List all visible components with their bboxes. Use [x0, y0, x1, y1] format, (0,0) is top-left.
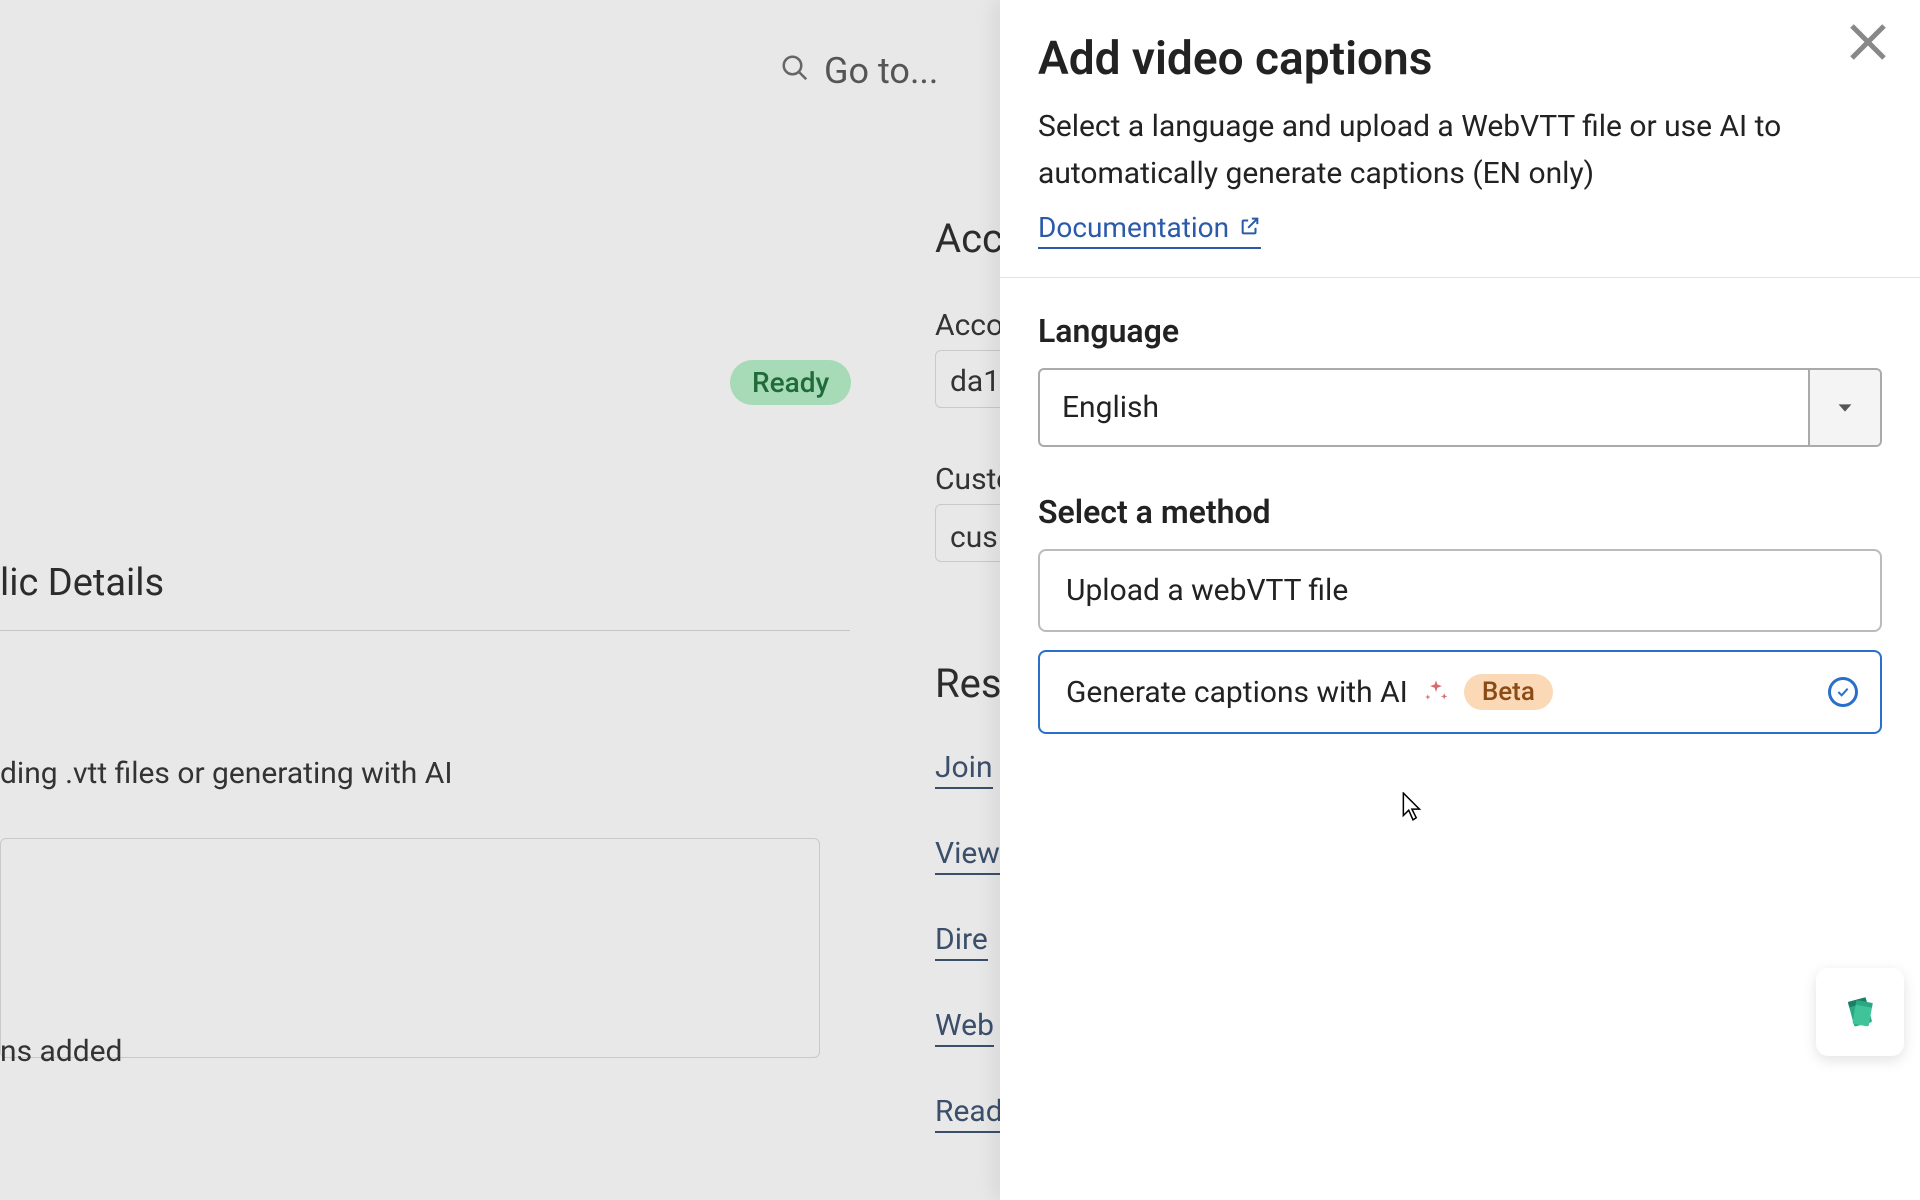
method-option-upload-label: Upload a webVTT file: [1066, 573, 1348, 608]
beta-badge: Beta: [1464, 674, 1553, 710]
link-join[interactable]: Join: [935, 750, 993, 789]
link-readme[interactable]: Read: [935, 1094, 1003, 1133]
link-web[interactable]: Web: [935, 1008, 994, 1047]
method-option-ai[interactable]: Generate captions with AI Beta: [1038, 650, 1882, 734]
hint-text: ding .vtt files or generating with AI: [0, 756, 453, 791]
chevron-down-icon: [1808, 370, 1880, 445]
language-select[interactable]: English: [1038, 368, 1882, 447]
close-button[interactable]: [1844, 18, 1892, 66]
link-direct[interactable]: Dire: [935, 922, 988, 961]
section-heading-account: Acc: [935, 215, 1003, 262]
check-circle-icon: [1828, 677, 1858, 707]
section-heading-resources: Res: [935, 660, 1002, 707]
divider: [1000, 277, 1920, 278]
drawer-title: Add video captions: [1038, 32, 1882, 86]
books-icon: [1838, 990, 1882, 1034]
field-label-account: Acco: [935, 308, 1003, 343]
status-badge: Ready: [730, 360, 851, 405]
divider: [0, 630, 850, 631]
captions-box: [0, 838, 820, 1058]
method-option-upload[interactable]: Upload a webVTT file: [1038, 549, 1882, 632]
language-label: Language: [1038, 312, 1882, 350]
section-heading-public-details: lic Details: [0, 561, 164, 605]
link-view[interactable]: View: [935, 836, 1000, 875]
search-icon: [780, 50, 810, 92]
language-select-value: English: [1040, 370, 1808, 445]
documentation-link[interactable]: Documentation: [1038, 211, 1261, 249]
documentation-link-label: Documentation: [1038, 211, 1229, 244]
search-placeholder: Go to...: [824, 50, 938, 92]
captions-empty-text: ns added: [0, 1034, 122, 1069]
method-option-ai-label: Generate captions with AI: [1066, 675, 1408, 710]
external-link-icon: [1239, 211, 1261, 244]
search-bar[interactable]: Go to...: [780, 50, 938, 92]
sparkle-icon: [1422, 678, 1450, 706]
help-widget-button[interactable]: [1816, 968, 1904, 1056]
add-captions-drawer: Add video captions Select a language and…: [1000, 0, 1920, 1200]
drawer-description: Select a language and upload a WebVTT fi…: [1038, 104, 1858, 197]
method-label: Select a method: [1038, 493, 1882, 531]
